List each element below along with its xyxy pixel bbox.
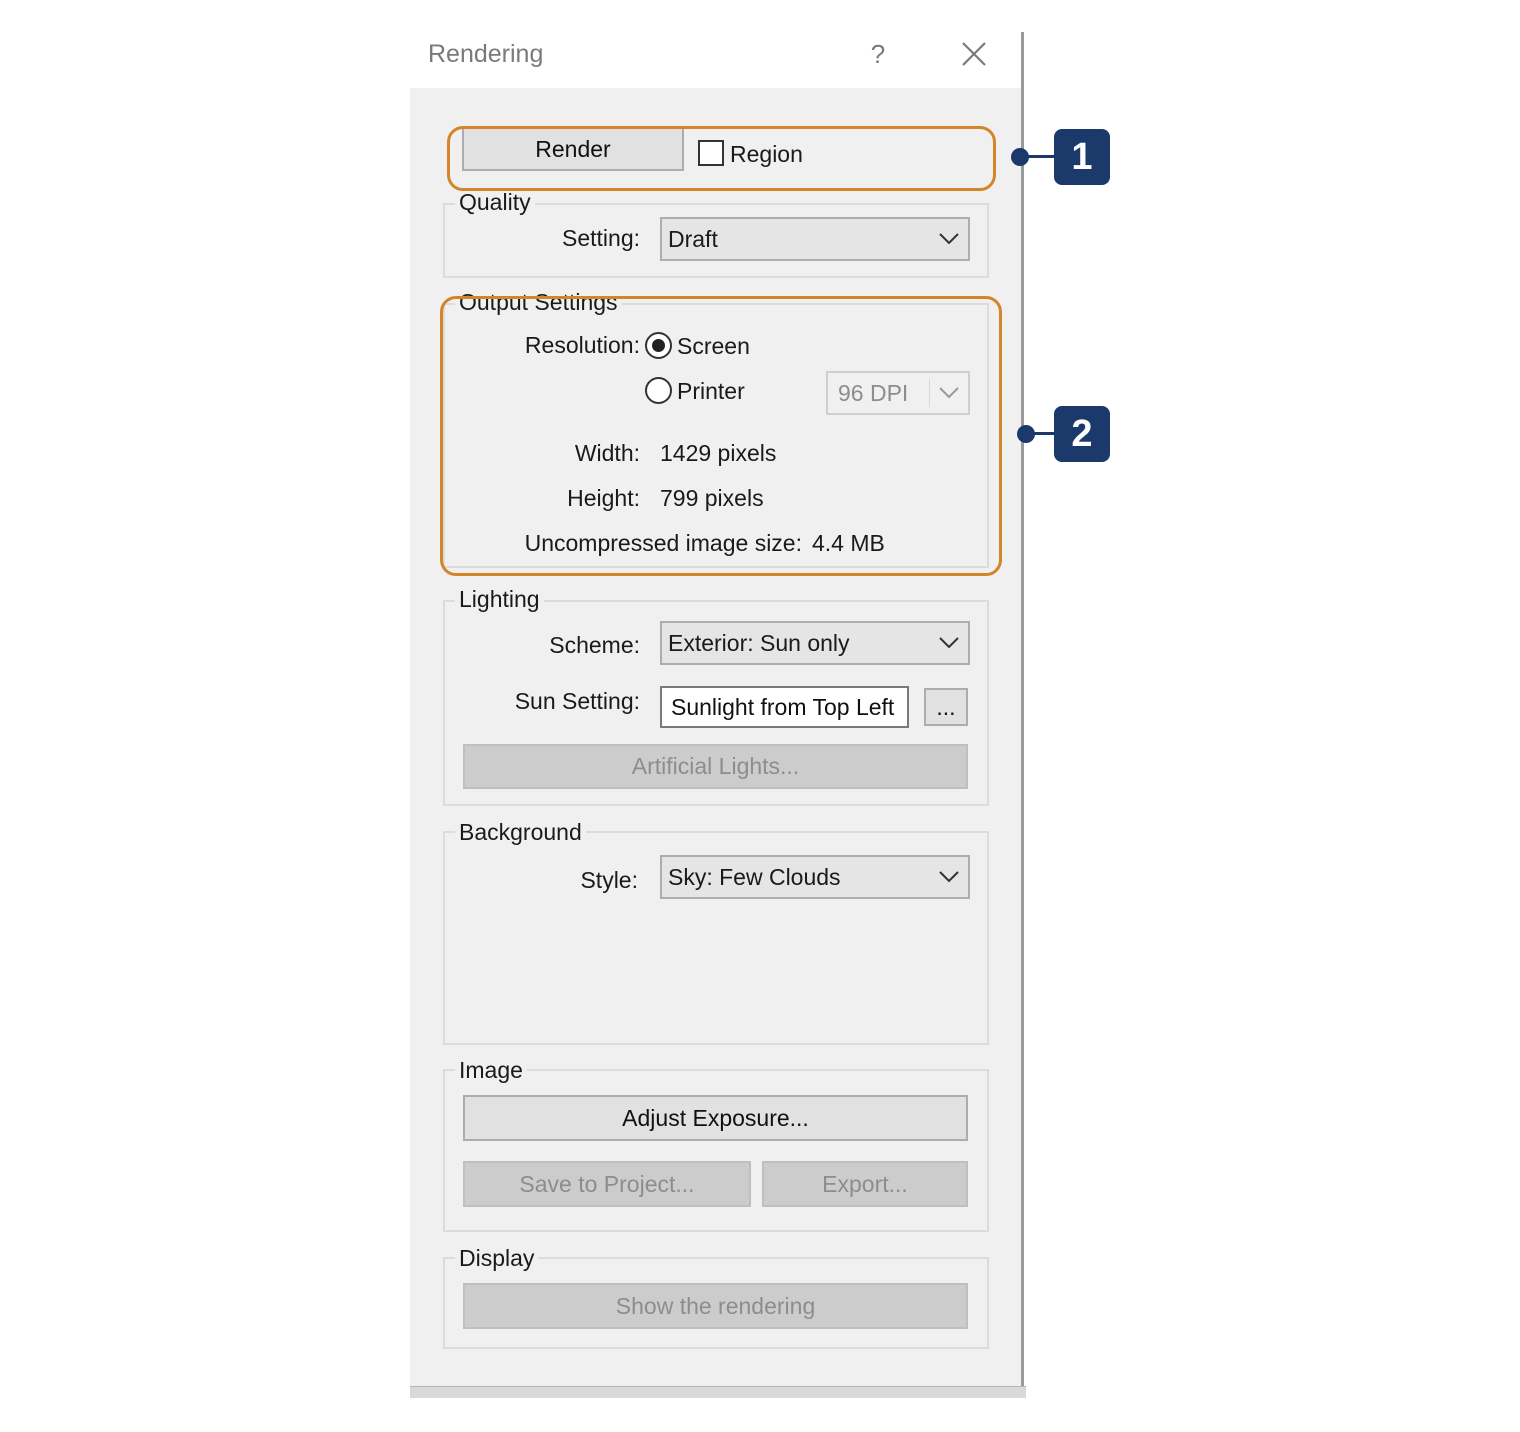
callout-1-badge: 1 — [1054, 129, 1110, 185]
image-group — [443, 1069, 989, 1232]
show-rendering-label: Show the rendering — [615, 1292, 816, 1319]
callout-2-outline — [440, 296, 1002, 576]
sun-settings-button-label: ... — [936, 693, 956, 720]
scheme-label: Scheme: — [549, 632, 640, 658]
adjust-exposure-button[interactable]: Adjust Exposure... — [463, 1095, 968, 1141]
lighting-group-label: Lighting — [455, 586, 544, 612]
background-style-dropdown[interactable]: Sky: Few Clouds — [660, 855, 970, 899]
scheme-value: Exterior: Sun only — [668, 629, 850, 656]
image-group-label: Image — [455, 1057, 527, 1083]
sun-settings-button[interactable]: ... — [924, 688, 968, 726]
chevron-down-icon — [939, 233, 959, 245]
artificial-lights-button[interactable]: Artificial Lights... — [463, 744, 968, 789]
setting-label: Setting: — [562, 225, 640, 251]
close-button[interactable] — [958, 38, 990, 70]
sun-setting-label: Sun Setting: — [514, 688, 640, 714]
quality-setting-value: Draft — [668, 225, 718, 252]
sun-setting-value: Sunlight from Top Left — [671, 693, 895, 720]
export-button[interactable]: Export... — [762, 1161, 968, 1207]
scheme-dropdown[interactable]: Exterior: Sun only — [660, 621, 970, 665]
window-edge — [1021, 32, 1024, 1392]
close-icon — [962, 42, 986, 66]
callout-2-badge: 2 — [1054, 406, 1110, 462]
background-style-value: Sky: Few Clouds — [668, 863, 841, 890]
background-group-label: Background — [455, 819, 586, 845]
bottom-edge — [410, 1386, 1026, 1398]
help-button[interactable]: ? — [866, 38, 890, 70]
show-rendering-button[interactable]: Show the rendering — [463, 1283, 968, 1329]
dialog-title: Rendering — [428, 40, 544, 68]
callout-1-line — [1027, 155, 1055, 158]
artificial-lights-label: Artificial Lights... — [631, 753, 800, 779]
save-to-project-button[interactable]: Save to Project... — [463, 1161, 751, 1207]
style-label: Style: — [580, 867, 638, 893]
quality-group-label: Quality — [455, 189, 535, 215]
export-label: Export... — [822, 1170, 908, 1197]
adjust-exposure-label: Adjust Exposure... — [622, 1104, 809, 1131]
display-group-label: Display — [455, 1245, 539, 1271]
callout-2-line — [1033, 432, 1055, 435]
chevron-down-icon — [939, 637, 959, 649]
save-to-project-label: Save to Project... — [519, 1170, 695, 1197]
sun-setting-field[interactable]: Sunlight from Top Left — [660, 686, 909, 728]
chevron-down-icon — [939, 871, 959, 883]
callout-1-outline — [447, 126, 996, 191]
quality-setting-dropdown[interactable]: Draft — [660, 217, 970, 261]
